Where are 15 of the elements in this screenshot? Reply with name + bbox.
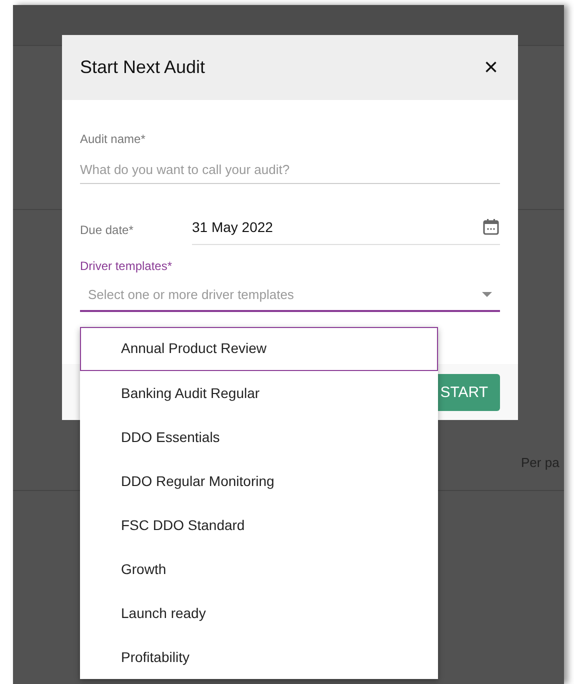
calendar-icon[interactable] <box>482 218 500 236</box>
date-field[interactable]: 31 May 2022 <box>192 214 500 245</box>
field-label: Driver templates* <box>80 259 174 273</box>
dropdown-option[interactable]: Profitability <box>80 635 438 679</box>
dropdown-option[interactable]: DDO Essentials <box>80 415 438 459</box>
dropdown-option[interactable]: Growth <box>80 547 438 591</box>
field-label: Audit name* <box>80 132 146 146</box>
field-label: Due date* <box>80 222 134 236</box>
dropdown-option[interactable]: DDO Regular Monitoring <box>80 459 438 503</box>
dropdown-option[interactable]: Annual Product Review <box>80 327 438 371</box>
dropdown-option[interactable]: Launch ready <box>80 591 438 635</box>
dialog-title: Start Next Audit <box>80 57 206 78</box>
caret-icon <box>482 292 492 298</box>
close-button[interactable]: × <box>482 56 500 80</box>
dropdown-option[interactable]: FSC DDO Standard <box>80 503 438 547</box>
